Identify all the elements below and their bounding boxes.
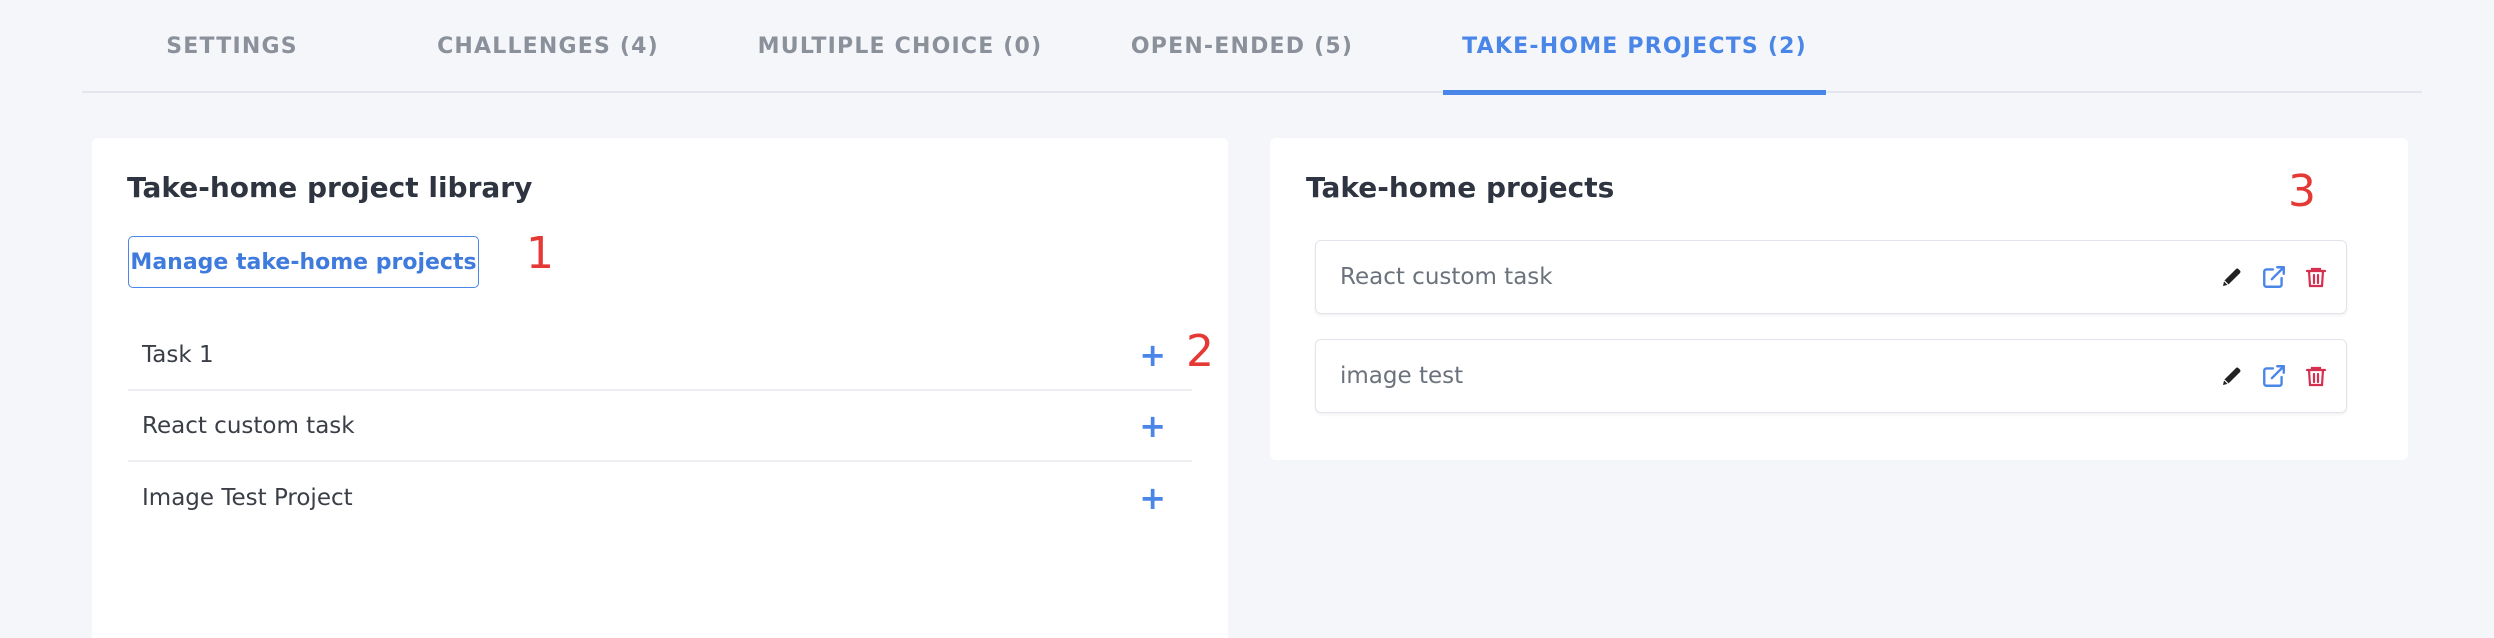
library-title: Take-home project library bbox=[127, 171, 533, 204]
tab-challenges[interactable]: CHALLENGES (4) bbox=[418, 0, 678, 93]
project-row: image test bbox=[1315, 339, 2347, 413]
annotation-marker-3: 3 bbox=[2288, 166, 2316, 217]
library-item: React custom task + bbox=[128, 391, 1192, 462]
manage-take-home-projects-button[interactable]: Manage take-home projects bbox=[128, 236, 479, 288]
project-row: React custom task bbox=[1315, 240, 2347, 314]
annotation-marker-1: 1 bbox=[526, 228, 554, 279]
external-link-icon[interactable] bbox=[2260, 362, 2288, 390]
tab-multiple-choice[interactable]: MULTIPLE CHOICE (0) bbox=[750, 0, 1050, 93]
library-item-label: React custom task bbox=[142, 412, 355, 439]
add-icon[interactable]: + bbox=[1139, 410, 1166, 442]
tab-settings[interactable]: SETTINGS bbox=[122, 0, 342, 93]
tab-open-ended[interactable]: OPEN-ENDED (5) bbox=[1122, 0, 1362, 93]
tab-bar: SETTINGS CHALLENGES (4) MULTIPLE CHOICE … bbox=[82, 0, 2422, 95]
add-icon[interactable]: + bbox=[1139, 339, 1166, 371]
project-name: image test bbox=[1340, 363, 1464, 389]
library-item: Task 1 + bbox=[128, 320, 1192, 391]
external-link-icon[interactable] bbox=[2260, 263, 2288, 291]
library-item-label: Image Test Project bbox=[142, 484, 353, 511]
tab-take-home-projects[interactable]: TAKE-HOME PROJECTS (2) bbox=[1443, 0, 1826, 95]
library-item-label: Task 1 bbox=[142, 341, 214, 368]
pencil-icon[interactable] bbox=[2218, 362, 2246, 390]
projects-title: Take-home projects bbox=[1306, 171, 1615, 204]
pencil-icon[interactable] bbox=[2218, 263, 2246, 291]
add-icon[interactable]: + bbox=[1139, 482, 1166, 514]
trash-icon[interactable] bbox=[2302, 263, 2330, 291]
project-name: React custom task bbox=[1340, 264, 1553, 290]
library-item: Image Test Project + bbox=[128, 462, 1192, 533]
annotation-marker-2: 2 bbox=[1186, 326, 1214, 377]
trash-icon[interactable] bbox=[2302, 362, 2330, 390]
